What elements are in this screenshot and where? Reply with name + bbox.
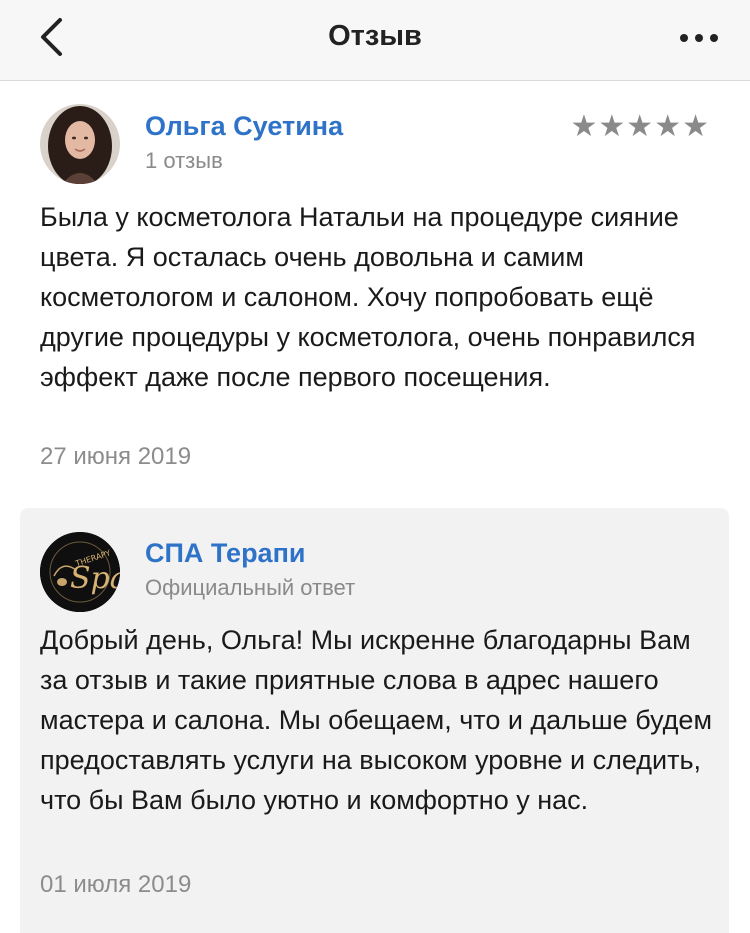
rating-stars: ★★★★★ bbox=[570, 110, 710, 143]
more-button[interactable] bbox=[674, 18, 730, 58]
chevron-left-icon bbox=[41, 18, 62, 56]
reply-text: Добрый день, Ольга! Мы искренне благодар… bbox=[40, 625, 713, 815]
review-text: Была у косметолога Натальи на процедуре … bbox=[40, 202, 696, 392]
business-name[interactable]: СПА Терапи bbox=[145, 538, 305, 569]
avatar-photo bbox=[40, 104, 120, 184]
page-title: Отзыв bbox=[328, 20, 422, 52]
spa-logo-icon: Spa THERAPY bbox=[40, 532, 120, 612]
official-reply-card: Spa THERAPY СПА Терапи Официальный ответ… bbox=[20, 508, 729, 933]
author-avatar[interactable] bbox=[40, 104, 120, 184]
review-date: 27 июня 2019 bbox=[40, 443, 192, 470]
reply-date: 01 июля 2019 bbox=[40, 871, 192, 898]
business-logo[interactable]: Spa THERAPY bbox=[40, 532, 120, 612]
back-button[interactable] bbox=[30, 12, 74, 62]
top-bar: Отзыв bbox=[0, 0, 750, 81]
author-review-count: 1 отзыв bbox=[145, 148, 223, 173]
ellipsis-icon bbox=[680, 34, 718, 42]
author-name[interactable]: Ольга Суетина bbox=[145, 111, 343, 142]
official-reply-label: Официальный ответ bbox=[145, 575, 356, 600]
